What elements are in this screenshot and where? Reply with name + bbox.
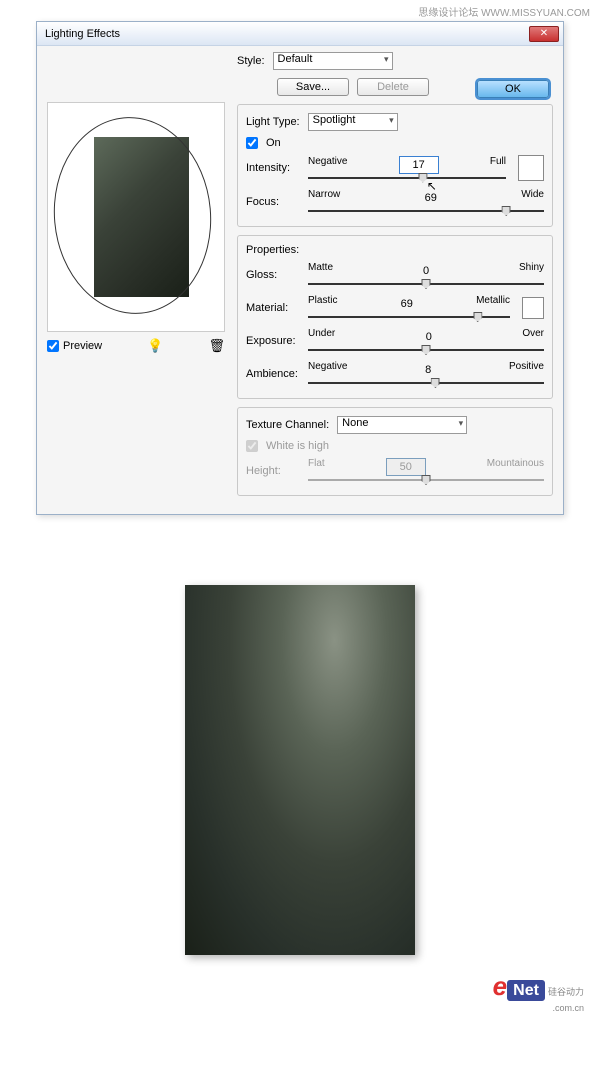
- lightbulb-icon[interactable]: 💡: [147, 338, 163, 354]
- gloss-slider[interactable]: [308, 283, 544, 285]
- close-button[interactable]: ✕: [529, 26, 559, 42]
- save-button[interactable]: Save...: [277, 78, 349, 96]
- light-type-select[interactable]: Spotlight: [308, 113, 398, 131]
- close-icon: ✕: [540, 28, 548, 39]
- gloss-right: Shiny: [519, 262, 544, 280]
- preview-canvas[interactable]: [47, 102, 225, 332]
- delete-button: Delete: [357, 78, 429, 96]
- height-right: Mountainous: [487, 458, 544, 476]
- on-label: On: [266, 137, 281, 149]
- light-type-label: Light Type:: [246, 116, 300, 128]
- ambience-slider[interactable]: [308, 382, 544, 384]
- material-left: Plastic: [308, 295, 337, 313]
- material-slider[interactable]: [308, 316, 510, 318]
- exposure-left: Under: [308, 328, 335, 346]
- ambience-thumb[interactable]: [431, 378, 440, 388]
- intensity-left: Negative: [308, 156, 347, 174]
- properties-heading: Properties:: [246, 244, 544, 256]
- ambience-input[interactable]: [408, 361, 448, 379]
- height-label: Height:: [246, 465, 302, 477]
- texture-channel-select[interactable]: None: [337, 416, 467, 434]
- focus-thumb[interactable]: [502, 206, 511, 216]
- lighting-effects-dialog: Lighting Effects ✕ OK Cancel Preview 💡 🗑…: [36, 21, 564, 515]
- logo-e: e: [493, 971, 507, 1001]
- preview-image: [94, 137, 189, 297]
- height-left: Flat: [308, 458, 325, 476]
- logo-sub1: 硅谷动力: [548, 987, 584, 997]
- logo-sub2: .com.cn: [552, 1003, 584, 1013]
- watermark-top: 思缘设计论坛 WWW.MISSYUAN.COM: [0, 0, 600, 21]
- focus-label: Focus:: [246, 196, 302, 208]
- intensity-right: Full: [490, 156, 506, 174]
- white-is-high-label: White is high: [266, 440, 329, 452]
- texture-channel-label: Texture Channel:: [246, 419, 329, 431]
- properties-group: Properties: Gloss: MatteShiny Material: …: [237, 235, 553, 399]
- intensity-input[interactable]: [399, 156, 439, 174]
- material-input[interactable]: [387, 295, 427, 313]
- focus-right: Wide: [521, 189, 544, 207]
- focus-slider[interactable]: [308, 210, 544, 212]
- dialog-title: Lighting Effects: [45, 28, 529, 40]
- focus-left: Narrow: [308, 189, 340, 207]
- texture-group: Texture Channel: None White is high Heig…: [237, 407, 553, 496]
- preview-label: Preview: [63, 340, 102, 352]
- material-thumb[interactable]: [473, 312, 482, 322]
- preview-checkbox[interactable]: [47, 340, 59, 352]
- light-type-group: Light Type: Spotlight On Intensity: Nega…: [237, 104, 553, 227]
- material-color-swatch[interactable]: [522, 297, 544, 319]
- intensity-slider[interactable]: ↖: [308, 177, 506, 179]
- style-select[interactable]: Default: [273, 52, 393, 70]
- on-checkbox[interactable]: [246, 137, 258, 149]
- white-is-high-checkbox: [246, 440, 258, 452]
- logo-net: Net: [507, 980, 545, 1001]
- height-input: [386, 458, 426, 476]
- material-label: Material:: [246, 302, 302, 314]
- result-image: [185, 585, 415, 955]
- watermark-logo: eNet 硅谷动力 .com.cn: [0, 971, 600, 1024]
- gloss-label: Gloss:: [246, 269, 302, 281]
- exposure-thumb[interactable]: [422, 345, 431, 355]
- gloss-left: Matte: [308, 262, 333, 280]
- exposure-input[interactable]: [409, 328, 449, 346]
- exposure-right: Over: [522, 328, 544, 346]
- material-right: Metallic: [476, 295, 510, 313]
- height-thumb: [422, 475, 431, 485]
- ok-button[interactable]: OK: [477, 80, 549, 98]
- light-color-swatch[interactable]: [518, 155, 544, 181]
- height-slider: [308, 479, 544, 481]
- exposure-label: Exposure:: [246, 335, 302, 347]
- style-label: Style:: [237, 55, 265, 67]
- trash-icon[interactable]: 🗑: [208, 338, 225, 354]
- gloss-input[interactable]: [406, 262, 446, 280]
- ambience-label: Ambience:: [246, 368, 302, 380]
- ambience-left: Negative: [308, 361, 347, 379]
- exposure-slider[interactable]: [308, 349, 544, 351]
- ambience-right: Positive: [509, 361, 544, 379]
- cursor-icon: ↖: [427, 179, 437, 193]
- intensity-label: Intensity:: [246, 162, 302, 174]
- titlebar: Lighting Effects ✕: [37, 22, 563, 46]
- gloss-thumb[interactable]: [422, 279, 431, 289]
